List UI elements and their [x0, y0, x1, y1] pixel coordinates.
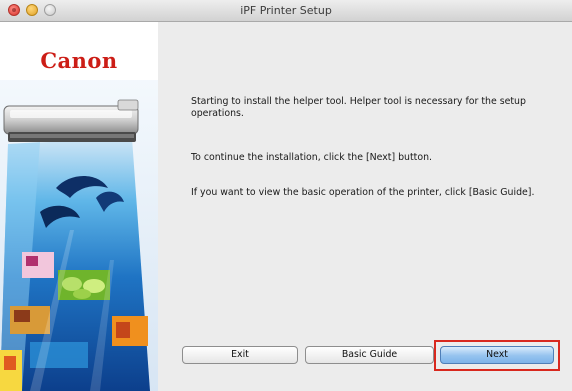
message-continue: To continue the installation, click the … — [191, 152, 433, 163]
window-title: iPF Printer Setup — [240, 4, 332, 17]
exit-button[interactable]: Exit — [182, 346, 298, 364]
side-banner: Canon — [0, 22, 158, 391]
message-basic-guide: If you want to view the basic operation … — [191, 187, 535, 198]
printer-illustration — [0, 80, 158, 391]
title-bar[interactable]: iPF Printer Setup — [0, 0, 572, 22]
setup-window: iPF Printer Setup Canon Starting to inst… — [0, 0, 572, 391]
canon-logo: Canon — [40, 48, 118, 73]
next-button-highlight — [434, 340, 560, 371]
message-helper-tool: Starting to install the helper tool. Hel… — [191, 96, 526, 119]
basic-guide-button[interactable]: Basic Guide — [305, 346, 434, 364]
content-area: Starting to install the helper tool. Hel… — [158, 22, 572, 391]
